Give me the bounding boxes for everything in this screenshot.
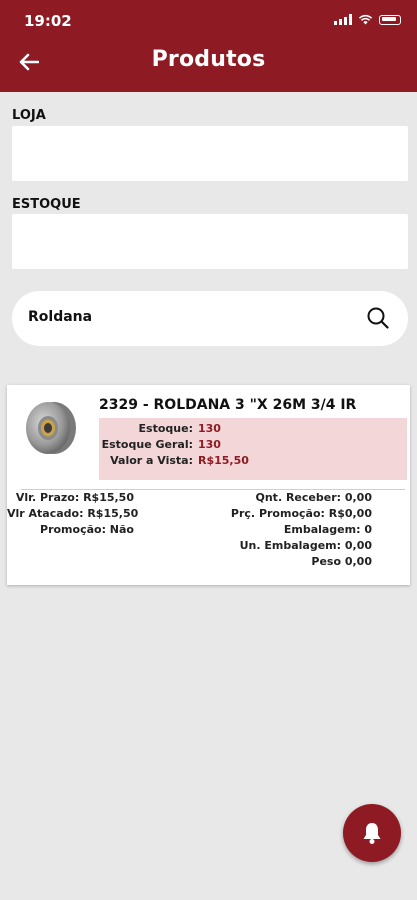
- loja-label: LOJA: [12, 108, 46, 123]
- estoque-field[interactable]: [12, 214, 408, 269]
- promotion-flag: Promoção: Não: [40, 523, 134, 536]
- search-icon[interactable]: [366, 306, 390, 330]
- status-time: 19:02: [24, 12, 72, 30]
- stock-row: Estoque: 130: [99, 422, 407, 438]
- stock-summary: Estoque: 130 Estoque Geral: 130 Valor a …: [99, 418, 407, 480]
- bell-icon: [363, 823, 381, 844]
- term-price: Vlr. Prazo: R$15,50: [15, 491, 134, 504]
- product-card[interactable]: 2329 - ROLDANA 3 "X 26M 3/4 IR Estoque: …: [7, 385, 410, 585]
- search-input[interactable]: Roldana: [12, 291, 408, 346]
- product-image: [26, 402, 76, 454]
- cash-price-row: Valor a Vista: R$15,50: [99, 454, 407, 470]
- stock-value: 130: [198, 422, 221, 435]
- notifications-button[interactable]: [343, 804, 401, 862]
- signal-icon: [334, 14, 352, 25]
- estoque-label: ESTOQUE: [12, 197, 81, 212]
- packaging-units: Un. Embalagem: 0,00: [239, 539, 372, 552]
- page-title: Produtos: [151, 47, 266, 72]
- loja-field[interactable]: [12, 126, 408, 181]
- right-details: Qnt. Receber: 0,00 Prç. Promoção: R$0,00…: [187, 491, 372, 571]
- divider: [21, 489, 405, 490]
- cash-price-label: Valor a Vista:: [110, 454, 193, 467]
- general-stock-value: 130: [198, 438, 221, 451]
- stock-label: Estoque:: [138, 422, 193, 435]
- search-value: Roldana: [28, 309, 93, 325]
- cash-price-value: R$15,50: [198, 454, 249, 467]
- battery-icon: [379, 14, 401, 25]
- left-details: Vlr. Prazo: R$15,50 Vlr Atacado: R$15,50…: [7, 491, 139, 539]
- general-stock-row: Estoque Geral: 130: [99, 438, 407, 454]
- wifi-icon: [358, 14, 373, 25]
- app-bar: 19:02 Produtos: [0, 0, 417, 92]
- product-title: 2329 - ROLDANA 3 "X 26M 3/4 IR: [99, 397, 357, 413]
- status-icons: [334, 14, 401, 25]
- weight: Peso 0,00: [311, 555, 372, 568]
- promo-price: Prç. Promoção: R$0,00: [230, 507, 372, 520]
- packaging: Embalagem: 0: [283, 523, 372, 536]
- wholesale-price: Vlr Atacado: R$15,50: [7, 507, 139, 520]
- general-stock-label: Estoque Geral:: [101, 438, 193, 451]
- qty-to-receive: Qnt. Receber: 0,00: [255, 491, 373, 504]
